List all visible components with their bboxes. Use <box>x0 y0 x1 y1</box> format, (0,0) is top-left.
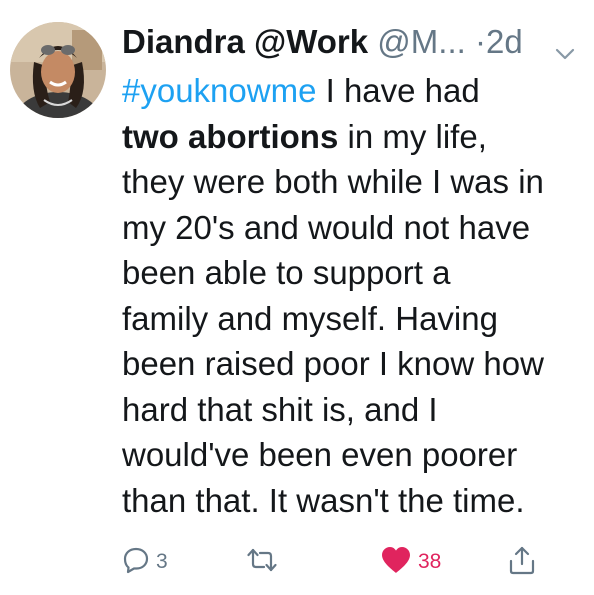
text-segment: my 20's and would not have <box>122 208 531 246</box>
tweet-text: #youknowme I have had two abortions in my… <box>122 68 588 523</box>
text-segment: I have had <box>316 72 480 109</box>
tweet-text-line: they were both while I was in <box>122 159 588 205</box>
tweet-text-line: two abortions in my life, <box>122 114 588 160</box>
like-count: 38 <box>418 550 442 573</box>
reply-button[interactable]: 3 <box>122 540 168 584</box>
separator-dot: · <box>474 23 486 60</box>
display-name[interactable]: Diandra @Work <box>122 23 368 60</box>
chevron-down-icon[interactable] <box>554 32 576 60</box>
text-segment: than that. It wasn't the time. <box>122 481 525 519</box>
retweet-icon <box>246 546 278 579</box>
action-bar: 3 38 <box>0 540 594 584</box>
reply-count: 3 <box>156 550 168 573</box>
tweet-text-line: family and myself. Having <box>122 296 588 342</box>
share-button[interactable] <box>508 540 536 584</box>
tweet-text-line: than that. It wasn't the time. <box>122 478 588 524</box>
avatar[interactable] <box>10 22 106 118</box>
timestamp[interactable]: 2d <box>486 23 523 60</box>
text-segment: would've been even poorer <box>122 436 518 473</box>
heart-icon <box>380 546 412 579</box>
tweet-text-line: hard that shit is, and I <box>122 387 588 433</box>
tweet-text-line: would've been even poorer <box>122 432 588 478</box>
text-segment: hard that shit is, and I <box>122 390 438 428</box>
text-segment: in my life, <box>338 117 487 155</box>
text-segment: they were both while I was in <box>122 163 544 200</box>
text-segment: family and myself. Having <box>122 299 498 337</box>
tweet-text-line: been raised poor I know how <box>122 341 588 387</box>
tweet-text-line: my 20's and would not have <box>122 205 588 251</box>
like-button[interactable]: 38 <box>380 540 441 584</box>
share-icon <box>508 545 536 580</box>
tweet-text-line: #youknowme I have had <box>122 68 588 114</box>
tweet-text-line: been able to support a <box>122 250 588 296</box>
text-segment: been able to support a <box>122 254 451 291</box>
bold-text: two abortions <box>122 117 339 155</box>
tweet-header: Diandra @Work @M... ·2d <box>122 20 588 64</box>
reply-icon <box>122 546 150 579</box>
retweet-button[interactable] <box>246 540 284 584</box>
hashtag-link[interactable]: #youknowme <box>122 72 316 109</box>
text-segment: been raised poor I know how <box>122 345 544 382</box>
user-handle[interactable]: @M... <box>377 23 466 60</box>
